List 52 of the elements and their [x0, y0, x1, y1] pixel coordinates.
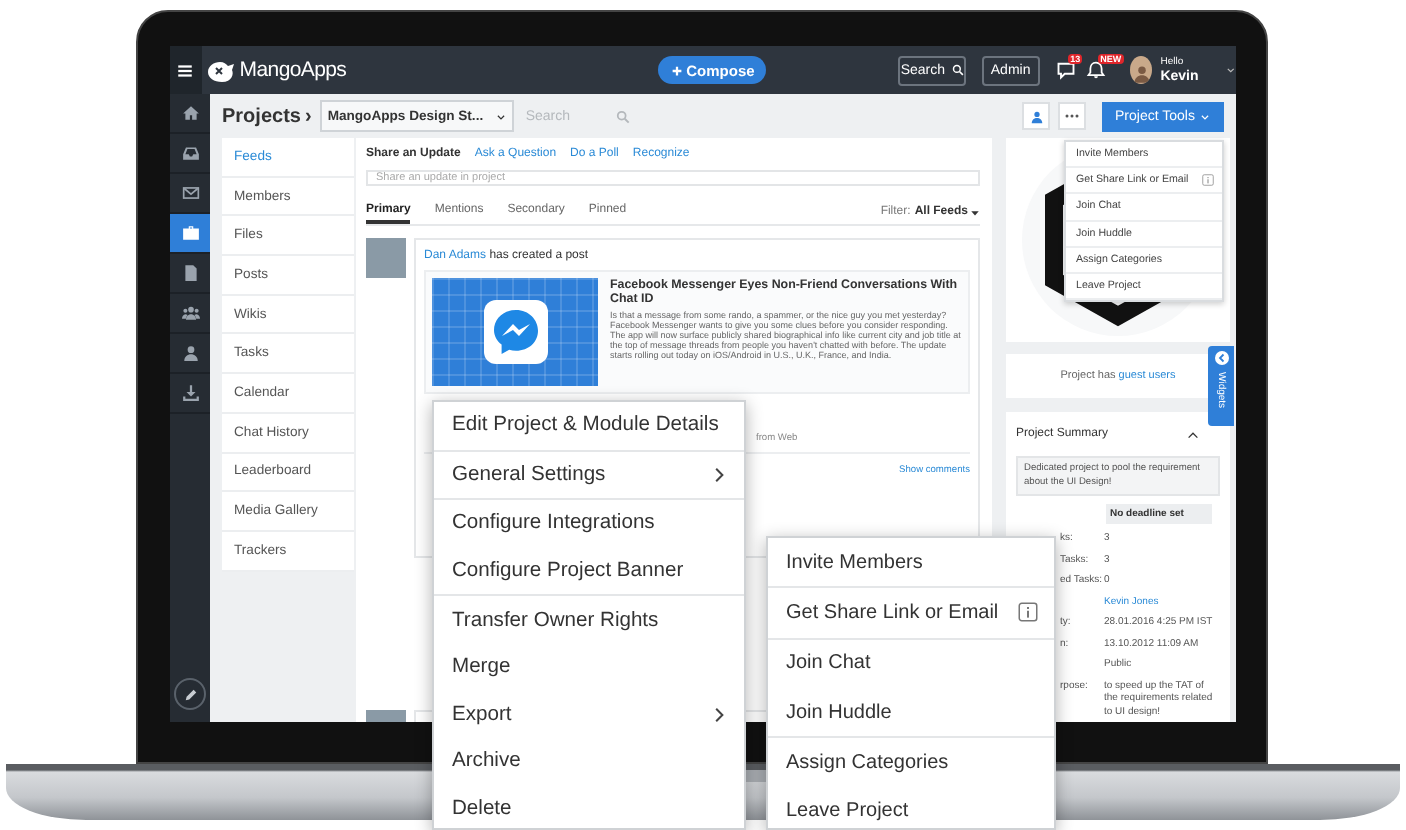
menu-item[interactable]: Edit Project & Module Details [434, 402, 744, 450]
chevron-down-icon [495, 111, 506, 121]
chat-icon [1056, 60, 1077, 80]
menu-item[interactable]: General Settings [434, 451, 744, 499]
info-icon [1018, 602, 1038, 623]
messenger-icon [481, 298, 549, 366]
logo-text: MangoApps [239, 58, 347, 82]
bell-icon [1086, 60, 1107, 80]
chevron-right-icon [710, 705, 728, 724]
menu-item[interactable]: Join Chat [768, 639, 1054, 688]
page-title: Projects [222, 105, 301, 127]
mail-icon [181, 184, 199, 202]
group-icon [181, 304, 199, 322]
menu-item[interactable]: Get Share Link or Email [768, 588, 1054, 638]
edit-button[interactable] [174, 678, 206, 710]
download-icon [181, 384, 199, 402]
document-icon [181, 264, 199, 282]
inbox-icon [181, 144, 199, 162]
menu-item[interactable]: Delete [434, 785, 744, 830]
chevron-right-icon [710, 465, 728, 484]
info-icon [1202, 174, 1214, 187]
breadcrumb-separator: › [304, 105, 312, 127]
menu-item[interactable]: Transfer Owner Rights [434, 596, 744, 644]
arrow-icon [1213, 350, 1229, 366]
menu-item[interactable]: Export [434, 691, 744, 739]
link-preview[interactable] [424, 270, 970, 394]
menu-item[interactable]: Join Huddle [768, 687, 1054, 737]
menu-icon [176, 61, 195, 79]
menu-item[interactable]: Assign Categories [768, 738, 1054, 787]
menu-item[interactable]: Merge [434, 643, 744, 692]
home-icon [181, 104, 199, 122]
briefcase-icon [181, 224, 199, 242]
menu-button[interactable] [170, 46, 202, 94]
person-icon [1029, 109, 1043, 123]
menu-item[interactable]: Invite Members [768, 538, 1054, 587]
caret-icon [970, 207, 980, 217]
chevron-down-icon [1226, 64, 1236, 76]
menu-item[interactable]: Leave Project [768, 786, 1054, 830]
menu-item[interactable]: Configure Integrations [434, 500, 744, 548]
avatar[interactable] [1130, 56, 1153, 84]
logo-icon [205, 59, 236, 81]
search-icon [951, 64, 963, 76]
menu-item[interactable]: Configure Project Banner [434, 547, 744, 595]
person-button[interactable] [1022, 102, 1050, 130]
photo-placeholder [366, 238, 406, 278]
person-icon [181, 344, 199, 362]
pencil-icon [183, 687, 197, 701]
chevron-down-icon [1200, 111, 1211, 121]
nav-item[interactable] [170, 214, 210, 254]
plus-icon [670, 63, 685, 77]
menu-item[interactable]: Archive [434, 738, 744, 786]
search-icon [615, 109, 630, 123]
